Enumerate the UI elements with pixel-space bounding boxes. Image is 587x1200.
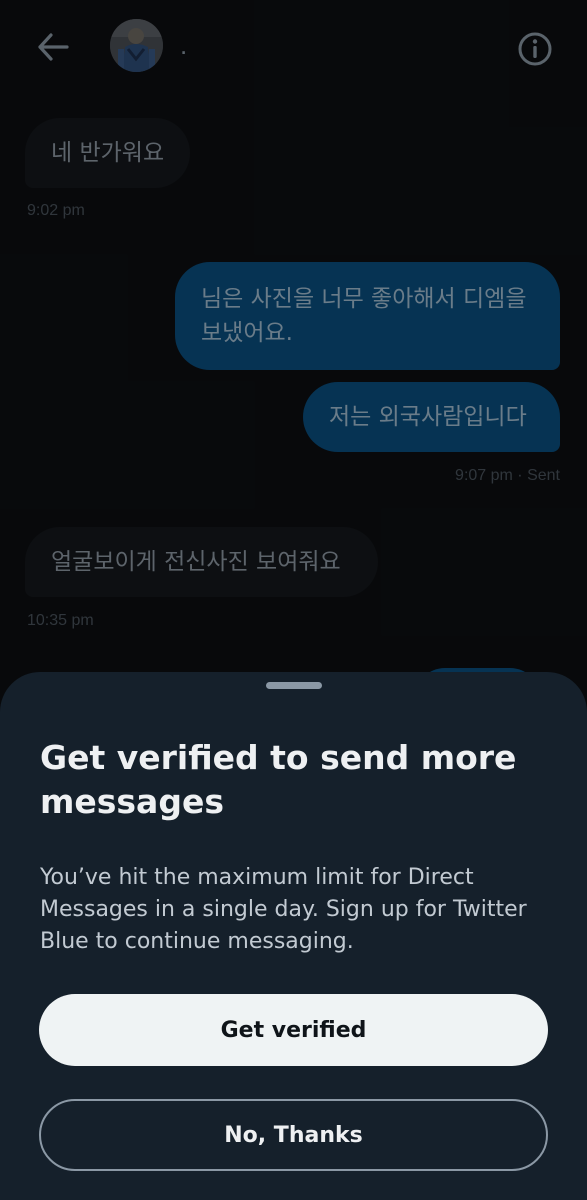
no-thanks-button[interactable]: No, Thanks [39, 1099, 548, 1171]
no-thanks-label: No, Thanks [224, 1122, 363, 1148]
sheet-description: You’ve hit the maximum limit for Direct … [40, 865, 527, 954]
get-verified-label: Get verified [220, 1017, 367, 1043]
sheet-drag-handle[interactable] [266, 682, 322, 689]
get-verified-button[interactable]: Get verified [39, 994, 548, 1066]
upsell-bottom-sheet: Get verified to send more messages You’v… [0, 672, 587, 1200]
sheet-title: Get verified to send more messages [40, 738, 517, 821]
